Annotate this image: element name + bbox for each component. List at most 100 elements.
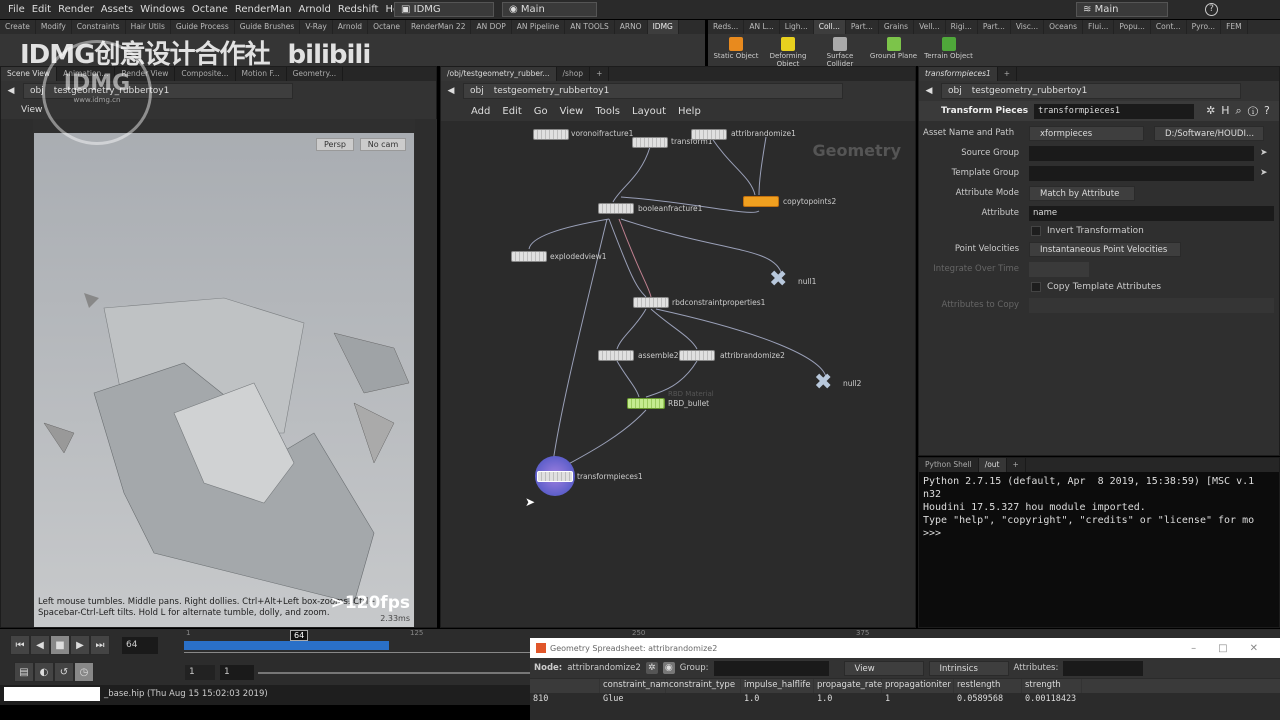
column-header[interactable]: propagationiter bbox=[882, 679, 954, 693]
shelf-tab[interactable]: Vell... bbox=[914, 20, 946, 34]
tool-ground-plane[interactable]: Ground Plane bbox=[866, 34, 921, 68]
node-voronoifracture1[interactable] bbox=[533, 129, 569, 140]
shelf-tab[interactable]: V-Ray bbox=[300, 20, 333, 34]
tool-static-object[interactable]: Static Object bbox=[710, 34, 762, 68]
shelf-tab[interactable]: Cont... bbox=[1151, 20, 1187, 34]
context-selector-right[interactable]: ≋ Main bbox=[1076, 2, 1168, 17]
attributes-field[interactable] bbox=[1063, 660, 1144, 676]
stop-button[interactable]: ■ bbox=[50, 635, 70, 655]
primitives-icon[interactable]: ◉ bbox=[662, 662, 675, 674]
select-arrow-icon[interactable]: ➤ bbox=[1260, 168, 1268, 178]
back-arrow-icon[interactable]: ◀ bbox=[923, 85, 935, 97]
node-null2[interactable]: ✖ bbox=[814, 372, 840, 394]
shelf-tab[interactable]: AN Pipeline bbox=[512, 20, 566, 34]
points-icon[interactable]: ✲ bbox=[645, 662, 658, 674]
shelf-tab[interactable]: Oceans bbox=[1044, 20, 1083, 34]
path-obj[interactable]: obj bbox=[948, 86, 962, 96]
shelf-tab[interactable]: Guide Brushes bbox=[235, 20, 301, 34]
attribute-field[interactable]: name bbox=[1029, 205, 1274, 221]
shelf-tab[interactable]: Create bbox=[0, 20, 36, 34]
shelf-tab[interactable]: Grains bbox=[879, 20, 915, 34]
invert-checkbox[interactable] bbox=[1031, 226, 1041, 236]
play-reverse-button[interactable]: ◀ bbox=[30, 635, 50, 655]
shelf-tab[interactable]: Guide Process bbox=[171, 20, 235, 34]
param-header-icons[interactable]: ✲H⌕ⓘ? bbox=[1206, 104, 1276, 118]
menu-renderman[interactable]: RenderMan bbox=[235, 4, 292, 15]
asset-path-menu[interactable]: D:/Software/HOUDI... bbox=[1154, 125, 1264, 141]
tab-out[interactable]: /out bbox=[978, 458, 1007, 472]
frame-field[interactable]: 64 bbox=[122, 637, 158, 654]
menu-edit[interactable]: Edit bbox=[32, 4, 51, 15]
spreadsheet-row[interactable]: 810 Glue 1.0 1.0 1 0.0589568 0.00118423 bbox=[530, 693, 1280, 707]
column-header[interactable]: propagate_rate bbox=[814, 679, 882, 693]
context-selector[interactable]: ◉ Main bbox=[502, 2, 597, 17]
column-header[interactable]: strength bbox=[1022, 679, 1082, 693]
tool-deforming-object[interactable]: Deforming Object bbox=[762, 34, 814, 68]
shelf-tab[interactable]: Part... bbox=[846, 20, 879, 34]
menu-windows[interactable]: Windows bbox=[140, 4, 185, 15]
integrate-field[interactable] bbox=[1029, 261, 1089, 277]
asset-name-menu[interactable]: xformpieces bbox=[1029, 125, 1144, 141]
shelf-tab[interactable]: Coll... bbox=[813, 20, 846, 34]
shelf-tab[interactable]: Rigi... bbox=[946, 20, 978, 34]
group-field[interactable] bbox=[713, 660, 829, 676]
column-header[interactable]: constraint_nam bbox=[600, 679, 669, 693]
desktop-selector[interactable]: ▣ IDMG bbox=[394, 2, 494, 17]
viewport-canvas[interactable]: Persp No cam Left mouse tumbles. Middle … bbox=[34, 133, 414, 627]
node-rbdconstraintproperties1[interactable] bbox=[633, 297, 669, 308]
select-arrow-icon[interactable]: ➤ bbox=[1260, 148, 1268, 158]
param-path[interactable]: obj testgeometry_rubbertoy1 bbox=[941, 83, 1241, 99]
shelf-tab[interactable]: ARNO bbox=[615, 20, 648, 34]
template-group-field[interactable] bbox=[1029, 165, 1254, 181]
menu-render[interactable]: Render bbox=[58, 4, 94, 15]
shelf-tab[interactable]: Constraints bbox=[72, 20, 126, 34]
audio-icon[interactable]: ◐ bbox=[34, 662, 54, 682]
shelf-tab[interactable]: Modify bbox=[36, 20, 72, 34]
point-velocities-menu[interactable]: Instantaneous Point Velocities bbox=[1029, 241, 1181, 257]
column-header[interactable]: restlength bbox=[954, 679, 1022, 693]
shelf-tab[interactable]: Pyro... bbox=[1187, 20, 1222, 34]
source-group-field[interactable] bbox=[1029, 145, 1254, 161]
shelf-tab[interactable]: IDMG bbox=[647, 20, 679, 34]
column-header[interactable] bbox=[530, 679, 600, 693]
copy-attr-checkbox[interactable] bbox=[1031, 282, 1041, 292]
shelf-tab[interactable]: Visc... bbox=[1011, 20, 1045, 34]
back-arrow-icon[interactable]: ◀ bbox=[5, 85, 17, 97]
shelf-tab[interactable]: Part... bbox=[978, 20, 1011, 34]
intrinsics-menu[interactable]: Intrinsics bbox=[928, 660, 1009, 676]
range-start-field[interactable]: 1 bbox=[185, 665, 215, 680]
tab-transformpieces1[interactable]: transformpieces1 bbox=[919, 67, 998, 81]
current-frame-marker[interactable]: 64 bbox=[290, 630, 309, 641]
viewport-tab[interactable]: Motion F... bbox=[236, 67, 287, 81]
node-explodedview1[interactable] bbox=[511, 251, 547, 262]
shelf-tab[interactable]: Popu... bbox=[1114, 20, 1151, 34]
python-console[interactable]: Python 2.7.15 (default, Apr 8 2019, 15:3… bbox=[919, 472, 1279, 543]
menu-assets[interactable]: Assets bbox=[101, 4, 134, 15]
viewport-tab[interactable]: Composite... bbox=[175, 67, 236, 81]
tab-python-shell[interactable]: Python Shell bbox=[919, 458, 979, 472]
node-transform1[interactable] bbox=[632, 137, 668, 148]
view-menu[interactable]: View bbox=[21, 105, 42, 115]
shelf-tab[interactable]: RenderMan 22 bbox=[406, 20, 472, 34]
tool-terrain-object[interactable]: Terrain Object bbox=[921, 34, 976, 68]
shelf-tab[interactable]: Hair Utils bbox=[126, 20, 171, 34]
loop-icon[interactable]: ↺ bbox=[54, 662, 74, 682]
node-transformpieces1[interactable] bbox=[537, 471, 573, 482]
add-tab-icon[interactable]: + bbox=[1007, 458, 1026, 472]
shelf-tab[interactable]: FEM bbox=[1221, 20, 1248, 34]
keys-icon[interactable]: ▤ bbox=[14, 662, 34, 682]
help-icon[interactable]: ? bbox=[1205, 3, 1218, 16]
shelf-tab[interactable]: Octane bbox=[368, 20, 407, 34]
jump-end-button[interactable]: ⏭ bbox=[90, 635, 110, 655]
menu-file[interactable]: File bbox=[8, 4, 25, 15]
window-controls[interactable]: –□✕ bbox=[1191, 643, 1280, 654]
shelf-tab[interactable]: Reds... bbox=[708, 20, 745, 34]
add-tab-icon[interactable]: + bbox=[998, 67, 1018, 81]
shelf-tab[interactable]: Flui... bbox=[1083, 20, 1115, 34]
range-end-field[interactable]: 1 bbox=[220, 665, 254, 680]
realtime-icon[interactable]: ◷ bbox=[74, 662, 94, 682]
shelf-tab[interactable]: AN TOOLS bbox=[565, 20, 615, 34]
node-copytopoints2[interactable] bbox=[743, 196, 779, 207]
shelf-tab[interactable]: AN DOP bbox=[471, 20, 512, 34]
node-attribrandomize2[interactable] bbox=[679, 350, 715, 361]
